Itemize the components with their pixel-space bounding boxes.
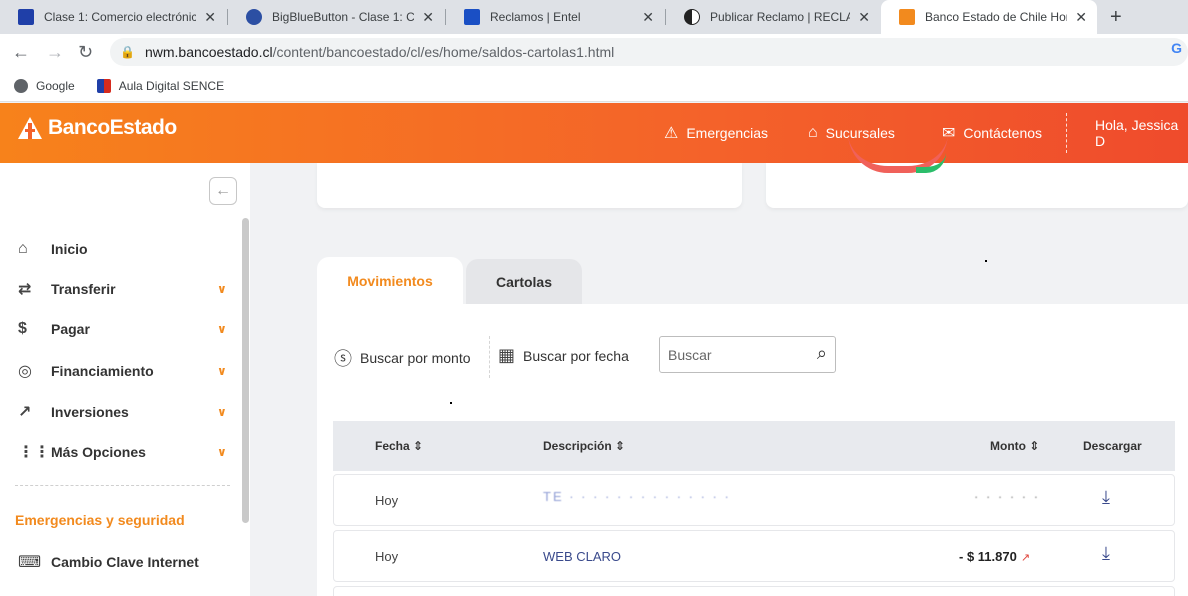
tab-cartolas[interactable]: Cartolas — [466, 259, 582, 305]
google-icon[interactable]: G — [1171, 40, 1182, 56]
coins-stack-icon: ◎ — [18, 363, 32, 380]
column-header-monto[interactable]: Monto ⇕ — [990, 439, 1039, 453]
row-description: TE · · · · · · · · · · · · · · — [543, 489, 731, 504]
sidebar-item-inversiones[interactable]: ↗ Inversiones ∨ — [0, 397, 240, 427]
sort-icon: ⇕ — [1029, 439, 1040, 453]
row-amount: · · · · · · — [974, 489, 1041, 504]
header-contactenos-link[interactable]: ✉ Contáctenos — [942, 103, 1042, 163]
building-icon: ⌂ — [808, 124, 818, 141]
close-icon[interactable]: ✕ — [422, 9, 434, 26]
chevron-down-icon: ∨ — [217, 364, 227, 378]
new-tab-icon[interactable]: + — [1110, 6, 1122, 29]
globe-icon — [14, 78, 28, 93]
chart-card — [766, 163, 1188, 208]
chevron-down-icon: ∨ — [217, 445, 227, 459]
sort-icon: ⇕ — [615, 439, 626, 453]
close-icon[interactable]: ✕ — [858, 9, 870, 26]
sidebar-item-pagar[interactable]: $ Pagar ∨ — [0, 314, 240, 344]
site-header: BancoEstado ⚠ Emergencias ⌂ Sucursales ✉… — [0, 103, 1188, 163]
table-header: Fecha ⇕ Descripción ⇕ Monto ⇕ Descargar — [333, 421, 1175, 471]
filter-by-date[interactable]: ▦ Buscar por fecha — [498, 345, 629, 366]
browser-tab-bar: Clase 1: Comercio electrónico ✕ BigBlueB… — [0, 0, 1188, 34]
search-box[interactable]: ⌕ — [659, 336, 836, 373]
bancoestado-favicon — [899, 9, 915, 25]
table-row[interactable] — [333, 586, 1175, 596]
growth-chart-icon: ↗ — [18, 404, 32, 421]
download-icon[interactable]: ⤓ — [1102, 487, 1110, 508]
browser-tab[interactable]: Reclamos | Entel ✕ — [446, 0, 664, 34]
forward-arrow-icon[interactable]: → — [46, 42, 64, 63]
close-icon[interactable]: ✕ — [204, 9, 216, 26]
download-icon[interactable]: ⤓ — [1102, 543, 1110, 564]
header-emergencias-link[interactable]: ⚠ Emergencias — [664, 103, 768, 163]
grid-icon: ⋮⋮ — [18, 444, 50, 461]
bigbluebutton-icon — [246, 9, 262, 25]
user-greeting[interactable]: Hola, Jessica D — [1095, 103, 1188, 163]
table-row[interactable]: Hoy WEB CLARO - $ 11.870 ↗ ⤓ — [333, 530, 1175, 582]
close-icon[interactable]: ✕ — [642, 9, 654, 26]
browser-tab[interactable]: Clase 1: Comercio electrónico ✕ — [0, 0, 226, 34]
table-row[interactable]: Hoy TE · · · · · · · · · · · · · · · · ·… — [333, 474, 1175, 526]
dollar-coin-icon: $ — [18, 320, 27, 337]
browser-tab[interactable]: Publicar Reclamo | RECLAMO ✕ — [666, 0, 880, 34]
arrow-left-icon: ← — [215, 182, 231, 199]
sidebar-item-financiamiento[interactable]: ◎ Financiamiento ∨ — [0, 356, 240, 386]
sidebar-item-mas-opciones[interactable]: ⋮⋮ Más Opciones ∨ — [0, 437, 240, 467]
reload-icon[interactable]: ↻ — [78, 42, 93, 63]
row-amount-cell: - $ 11.870 ↗ — [959, 549, 1030, 564]
pie-chart-fragment — [916, 153, 946, 173]
chevron-down-icon: ∨ — [217, 322, 227, 336]
keyboard-icon: ⌨ — [18, 554, 42, 571]
sidebar-item-inicio[interactable]: ⌂ Inicio — [0, 234, 240, 264]
row-amount: - $ 11.870 — [959, 549, 1017, 564]
sort-icon: ⇕ — [413, 439, 424, 453]
sidebar-divider — [15, 485, 230, 486]
entel-icon — [464, 9, 480, 25]
calendar-icon: ▦ — [498, 345, 516, 365]
row-date: Hoy — [375, 493, 399, 508]
chevron-down-icon: ∨ — [217, 282, 227, 296]
bookmarks-bar: Google Aula Digital SENCE — [0, 70, 1188, 102]
collapse-sidebar-button[interactable]: ← — [209, 177, 237, 205]
sidebar-scrollbar[interactable] — [242, 218, 249, 523]
column-header-descargar: Descargar — [1083, 439, 1142, 453]
bancoestado-logo-icon — [18, 117, 42, 139]
half-circle-icon — [684, 9, 700, 25]
address-bar-row: ← → ↻ 🔒 nwm.bancoestado.cl/content/banco… — [0, 34, 1188, 70]
chile-flag-icon — [96, 78, 111, 93]
dollar-circle-icon: ⓢ — [334, 349, 352, 369]
artifact-dot — [985, 260, 987, 262]
browser-tab[interactable]: BigBlueButton - Clase 1: Com ✕ — [228, 0, 444, 34]
search-input[interactable] — [668, 345, 798, 365]
lock-icon: 🔒 — [120, 45, 135, 59]
row-date: Hoy — [375, 549, 399, 564]
warning-icon: ⚠ — [664, 125, 679, 142]
transfer-icon: ⇄ — [18, 281, 32, 298]
url-field[interactable]: 🔒 nwm.bancoestado.cl/content/bancoestado… — [110, 38, 1188, 66]
row-description: WEB CLARO — [543, 549, 622, 564]
summary-card — [317, 163, 742, 208]
search-icon[interactable]: ⌕ — [817, 343, 827, 364]
artifact-dot — [450, 402, 452, 404]
bancoestado-logo[interactable]: BancoEstado — [16, 115, 177, 141]
close-icon[interactable]: ✕ — [1075, 9, 1087, 26]
column-header-descripcion[interactable]: Descripción ⇕ — [543, 439, 625, 453]
browser-tab-active[interactable]: Banco Estado de Chile Home ✕ — [881, 0, 1097, 34]
home-icon: ⌂ — [18, 240, 28, 257]
bookmark-aula-digital[interactable]: Aula Digital SENCE — [96, 78, 224, 93]
bookmark-google[interactable]: Google — [14, 78, 75, 93]
sidebar-item-cambio-clave[interactable]: ⌨ Cambio Clave Internet — [0, 547, 240, 577]
outgoing-arrow-icon: ↗ — [1020, 552, 1031, 564]
sidebar-section-heading: Emergencias y seguridad — [15, 512, 185, 528]
filter-divider — [489, 336, 490, 378]
column-header-fecha[interactable]: Fecha ⇕ — [375, 439, 423, 453]
header-divider — [1066, 113, 1067, 153]
filter-by-amount[interactable]: ⓢ Buscar por monto — [334, 345, 471, 371]
chile-flag-icon — [18, 9, 34, 25]
chevron-down-icon: ∨ — [217, 405, 227, 419]
tab-movimientos[interactable]: Movimientos — [317, 257, 463, 305]
sidebar-item-transferir[interactable]: ⇄ Transferir ∨ — [0, 274, 240, 304]
back-arrow-icon[interactable]: ← — [12, 42, 30, 63]
sidebar: ← ⌂ Inicio ⇄ Transferir ∨ $ Pagar ∨ ◎ Fi… — [0, 163, 250, 596]
